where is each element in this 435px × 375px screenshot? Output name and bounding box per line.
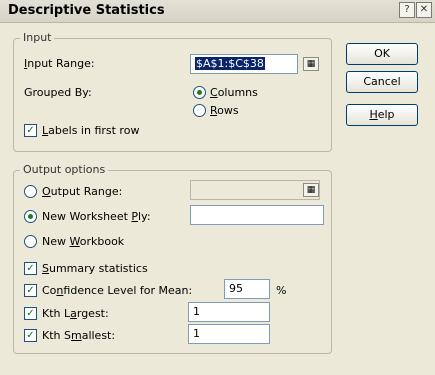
output-range-collapse-icon[interactable]: ▦ (303, 183, 319, 197)
grouped-by-label: Grouped By: (24, 86, 92, 99)
dialog-title: Descriptive Statistics (8, 3, 165, 18)
confidence-level-field[interactable]: 95 (224, 279, 270, 299)
labels-first-row-label[interactable]: Labels in first row (42, 124, 139, 137)
new-worksheet-ply-label[interactable]: New Worksheet Ply: (42, 210, 151, 223)
labels-first-row-checkbox[interactable]: ✓ (24, 124, 37, 137)
percent-label: % (276, 284, 287, 297)
kth-largest-label[interactable]: Kth Largest: (42, 307, 109, 320)
help-icon[interactable]: ? (399, 2, 415, 18)
output-range-field[interactable] (190, 180, 320, 200)
help-button[interactable]: Help (346, 104, 418, 126)
radio-rows[interactable] (193, 104, 206, 117)
radio-selected-dot (197, 90, 202, 95)
confidence-level-label[interactable]: Confidence Level for Mean: (42, 284, 192, 297)
summary-statistics-checkbox[interactable]: ✓ (24, 262, 37, 275)
close-icon[interactable]: ✕ (416, 2, 432, 18)
radio-new-workbook[interactable] (24, 235, 37, 248)
radio-output-range[interactable] (24, 185, 37, 198)
radio-rows-label[interactable]: Rows (210, 104, 239, 117)
kth-largest-field[interactable]: 1 (188, 302, 270, 322)
range-collapse-icon[interactable]: ▦ (303, 57, 319, 71)
new-workbook-label[interactable]: New Workbook (42, 235, 124, 248)
output-range-label[interactable]: Output Range: (42, 185, 122, 198)
radio-new-worksheet-ply[interactable] (24, 210, 37, 223)
radio-selected-dot (28, 214, 33, 219)
cancel-button[interactable]: Cancel (346, 71, 418, 93)
ok-button[interactable]: OK (346, 43, 418, 65)
radio-columns-label[interactable]: Columns (210, 86, 258, 99)
input-range-label: Input Range: (24, 57, 95, 70)
input-group-label: Input (20, 31, 55, 44)
input-range-field[interactable]: $A$1:$C$38 (190, 54, 298, 74)
summary-statistics-label[interactable]: Summary statistics (42, 262, 148, 275)
radio-columns[interactable] (193, 86, 206, 99)
descriptive-statistics-dialog: Descriptive Statistics ? ✕ Input Input R… (0, 0, 435, 375)
kth-smallest-field[interactable]: 1 (188, 324, 270, 344)
confidence-level-checkbox[interactable]: ✓ (24, 284, 37, 297)
kth-smallest-checkbox[interactable]: ✓ (24, 329, 37, 342)
title-bar: Descriptive Statistics ? ✕ (0, 0, 435, 23)
kth-smallest-label[interactable]: Kth Smallest: (42, 329, 115, 342)
output-group-label: Output options (20, 163, 109, 176)
kth-largest-checkbox[interactable]: ✓ (24, 307, 37, 320)
new-worksheet-ply-field[interactable] (190, 205, 324, 225)
